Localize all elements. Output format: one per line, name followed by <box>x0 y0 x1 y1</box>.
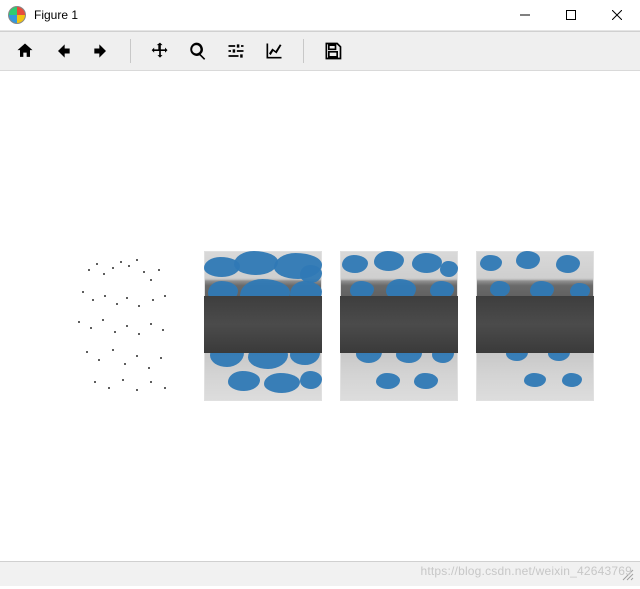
home-icon <box>15 41 35 61</box>
close-button[interactable] <box>594 0 640 30</box>
chart-line-icon <box>264 41 284 61</box>
app-icon <box>8 6 26 24</box>
statusbar: https://blog.csdn.net/weixin_42643769 <box>0 561 640 586</box>
subplot-2 <box>204 251 322 401</box>
subplot-4 <box>476 251 594 401</box>
subplot-3 <box>340 251 458 401</box>
arrow-right-icon <box>91 41 111 61</box>
watermark-text: https://blog.csdn.net/weixin_42643769 <box>420 564 632 578</box>
maximize-icon <box>566 10 576 20</box>
resize-grip-icon <box>620 567 634 581</box>
sliders-icon <box>226 41 246 61</box>
forward-button[interactable] <box>84 36 118 66</box>
zoom-button[interactable] <box>181 36 215 66</box>
configure-subplots-button[interactable] <box>219 36 253 66</box>
minimize-icon <box>520 10 530 20</box>
close-icon <box>612 10 622 20</box>
resize-grip[interactable] <box>620 567 634 581</box>
window-title: Figure 1 <box>34 8 78 22</box>
edit-axes-button[interactable] <box>257 36 291 66</box>
arrow-left-icon <box>53 41 73 61</box>
figure-canvas[interactable] <box>0 71 640 561</box>
titlebar: Figure 1 <box>0 0 640 31</box>
subplot-1 <box>68 251 186 401</box>
back-button[interactable] <box>46 36 80 66</box>
save-button[interactable] <box>316 36 350 66</box>
minimize-button[interactable] <box>502 0 548 30</box>
save-icon <box>323 41 343 61</box>
maximize-button[interactable] <box>548 0 594 30</box>
toolbar-separator <box>303 39 304 63</box>
toolbar-separator <box>130 39 131 63</box>
pan-button[interactable] <box>143 36 177 66</box>
zoom-icon <box>188 41 208 61</box>
move-icon <box>150 41 170 61</box>
home-button[interactable] <box>8 36 42 66</box>
toolbar <box>0 31 640 71</box>
